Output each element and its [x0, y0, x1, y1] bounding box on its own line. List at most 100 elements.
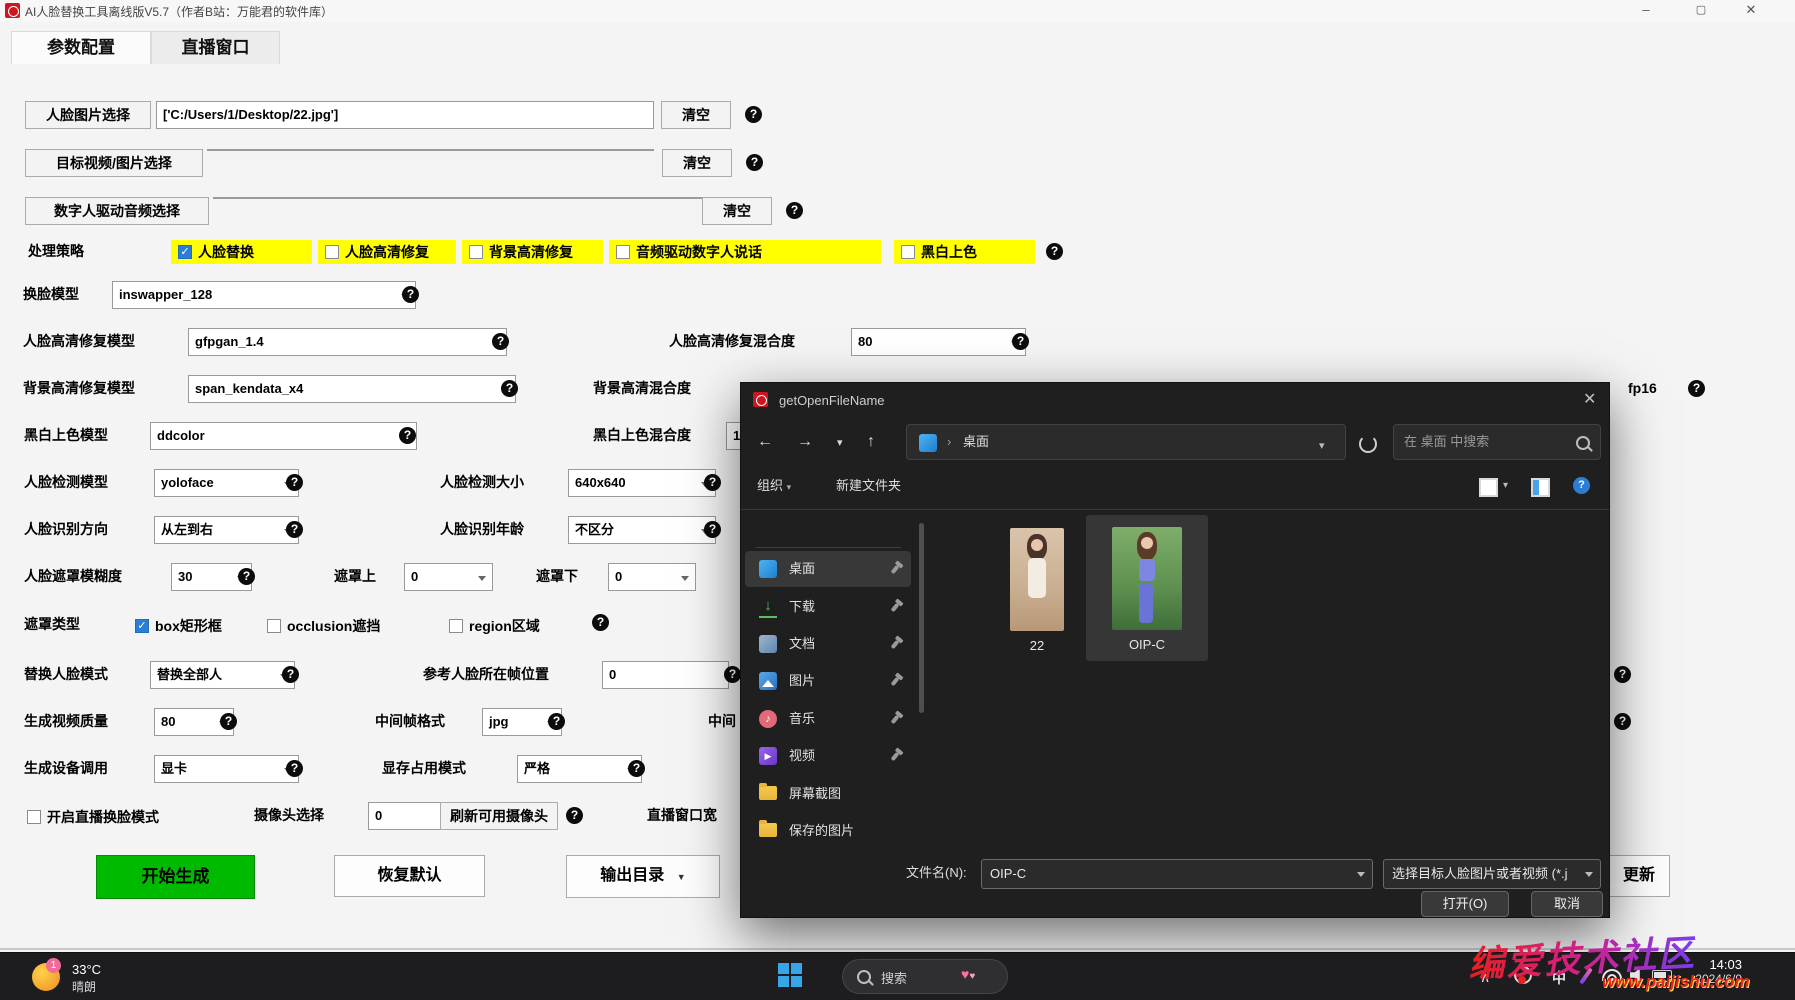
clear-target-media-button[interactable]: 清空: [662, 149, 732, 177]
ref-frame-input[interactable]: 0: [602, 661, 729, 689]
up-icon[interactable]: ↑: [867, 433, 875, 451]
help-icon[interactable]: ?: [402, 286, 419, 303]
checkbox[interactable]: [469, 245, 483, 259]
detect-size-select[interactable]: 640x640: [568, 469, 716, 497]
help-icon[interactable]: ?: [745, 106, 762, 123]
audio-path-input[interactable]: [213, 197, 704, 199]
close-button[interactable]: ✕: [1738, 2, 1764, 20]
help-icon[interactable]: ?: [399, 427, 416, 444]
checkbox[interactable]: [135, 619, 149, 633]
bg-restore-model-select[interactable]: span_kendata_x4: [188, 375, 516, 403]
checkbox[interactable]: [325, 245, 339, 259]
face-restore-model-select[interactable]: gfpgan_1.4: [188, 328, 507, 356]
strategy-bg-restore[interactable]: 背景高清修复: [462, 240, 603, 264]
help-icon[interactable]: ?: [566, 807, 583, 824]
new-folder-button[interactable]: 新建文件夹: [836, 471, 901, 501]
live-mode-toggle[interactable]: 开启直播换脸模式: [27, 807, 159, 827]
file-item-22[interactable]: 22: [996, 520, 1078, 661]
dialog-close-icon[interactable]: ✕: [1583, 389, 1596, 409]
checkbox[interactable]: [27, 810, 41, 824]
minimize-button[interactable]: –: [1633, 2, 1659, 20]
checkbox[interactable]: [267, 619, 281, 633]
help-icon[interactable]: ?: [286, 521, 303, 538]
help-icon[interactable]: ?: [501, 380, 518, 397]
help-icon[interactable]: ?: [548, 713, 565, 730]
face-image-picker-button[interactable]: 人脸图片选择: [25, 101, 151, 129]
preview-pane-icon[interactable]: [1531, 478, 1550, 497]
help-icon[interactable]: ?: [492, 333, 509, 350]
sidebar-item-music[interactable]: ♪ 音乐: [745, 701, 911, 737]
sidebar-item-downloads[interactable]: ↓ 下载: [745, 589, 911, 625]
sidebar-item-saved-pictures[interactable]: 保存的图片: [745, 813, 911, 849]
help-icon[interactable]: ?: [1012, 333, 1029, 350]
strategy-audio-drive[interactable]: 音频驱动数字人说话: [609, 240, 881, 264]
help-icon[interactable]: ?: [628, 760, 645, 777]
sidebar-item-videos[interactable]: ▶ 视频: [745, 738, 911, 774]
dialog-help-icon[interactable]: ?: [1573, 477, 1590, 494]
open-button[interactable]: 打开(O): [1421, 891, 1509, 917]
help-icon[interactable]: ?: [1688, 380, 1705, 397]
sidebar-item-pictures[interactable]: 图片: [745, 663, 911, 699]
strategy-face-swap[interactable]: 人脸替换: [171, 240, 312, 264]
filetype-combobox[interactable]: 选择目标人脸图片或者视频 (*.j: [1383, 859, 1601, 889]
cancel-button[interactable]: 取消: [1531, 891, 1603, 917]
taskbar-search[interactable]: 搜索 ♥♥: [842, 959, 1008, 994]
checkbox[interactable]: [449, 619, 463, 633]
sidebar-scrollbar[interactable]: [919, 523, 924, 713]
forward-icon[interactable]: →: [797, 433, 813, 451]
face-restore-blend-select[interactable]: 80: [851, 328, 1026, 356]
address-bar[interactable]: › 桌面 ▾: [906, 424, 1346, 460]
help-icon[interactable]: ?: [746, 154, 763, 171]
checkbox[interactable]: [901, 245, 915, 259]
audio-picker-button[interactable]: 数字人驱动音频选择: [25, 197, 209, 225]
clear-audio-button[interactable]: 清空: [702, 197, 772, 225]
start-button-icon[interactable]: [778, 963, 802, 987]
help-icon[interactable]: ?: [1614, 713, 1631, 730]
view-mode-icon[interactable]: [1479, 478, 1498, 497]
search-box[interactable]: 在 桌面 中搜索: [1393, 424, 1601, 460]
help-icon[interactable]: ?: [704, 521, 721, 538]
breadcrumb[interactable]: 桌面: [963, 425, 989, 459]
help-icon[interactable]: ?: [282, 666, 299, 683]
target-media-picker-button[interactable]: 目标视频/图片选择: [25, 149, 203, 177]
refresh-camera-button[interactable]: 刷新可用摄像头: [440, 802, 558, 830]
file-item-oipc-selected[interactable]: OIP-C: [1086, 515, 1208, 661]
vram-mode-select[interactable]: 严格: [517, 755, 642, 783]
help-icon[interactable]: ?: [286, 760, 303, 777]
detect-model-select[interactable]: yoloface: [154, 469, 299, 497]
colorize-model-select[interactable]: ddcolor: [150, 422, 417, 450]
mask-type-occlusion[interactable]: occlusion遮挡: [267, 616, 380, 636]
help-icon[interactable]: ?: [592, 614, 609, 631]
address-dropdown-icon[interactable]: ▾: [1319, 439, 1325, 452]
recent-locations-icon[interactable]: ▾: [837, 436, 843, 449]
sidebar-item-screenshots[interactable]: 屏幕截图: [745, 776, 911, 812]
organize-button[interactable]: 组织 ▾: [757, 471, 791, 502]
output-dir-button[interactable]: 输出目录 ▼: [566, 855, 720, 898]
start-button[interactable]: 开始生成: [96, 855, 255, 899]
tab-live-window[interactable]: 直播窗口: [151, 31, 280, 64]
back-icon[interactable]: ←: [757, 433, 773, 451]
face-image-path-input[interactable]: ['C:/Users/1/Desktop/22.jpg']: [156, 101, 654, 129]
replace-mode-select[interactable]: 替换全部人: [150, 661, 295, 689]
help-icon[interactable]: ?: [1614, 666, 1631, 683]
sidebar-item-desktop[interactable]: 桌面: [745, 551, 911, 587]
weather-widget[interactable]: 1 33°C 晴朗: [32, 958, 232, 995]
filename-combobox[interactable]: OIP-C: [981, 859, 1373, 889]
strategy-face-restore[interactable]: 人脸高清修复: [318, 240, 456, 264]
swap-model-select[interactable]: inswapper_128: [112, 281, 416, 309]
recog-direction-select[interactable]: 从左到右: [154, 516, 299, 544]
mask-top-select[interactable]: 0: [404, 563, 493, 591]
help-icon[interactable]: ?: [704, 474, 721, 491]
recog-age-select[interactable]: 不区分: [568, 516, 716, 544]
view-mode-dropdown-icon[interactable]: ▾: [1503, 480, 1508, 491]
mask-type-box[interactable]: box矩形框: [135, 616, 222, 636]
clear-face-image-button[interactable]: 清空: [661, 101, 731, 129]
device-select[interactable]: 显卡: [154, 755, 299, 783]
sidebar-item-documents[interactable]: 文档: [745, 626, 911, 662]
help-icon[interactable]: ?: [786, 202, 803, 219]
checkbox[interactable]: [616, 245, 630, 259]
mask-type-region[interactable]: region区域: [449, 616, 540, 636]
maximize-button[interactable]: ▢: [1688, 2, 1714, 20]
refresh-icon[interactable]: [1359, 435, 1377, 453]
tab-params[interactable]: 参数配置: [11, 31, 151, 64]
